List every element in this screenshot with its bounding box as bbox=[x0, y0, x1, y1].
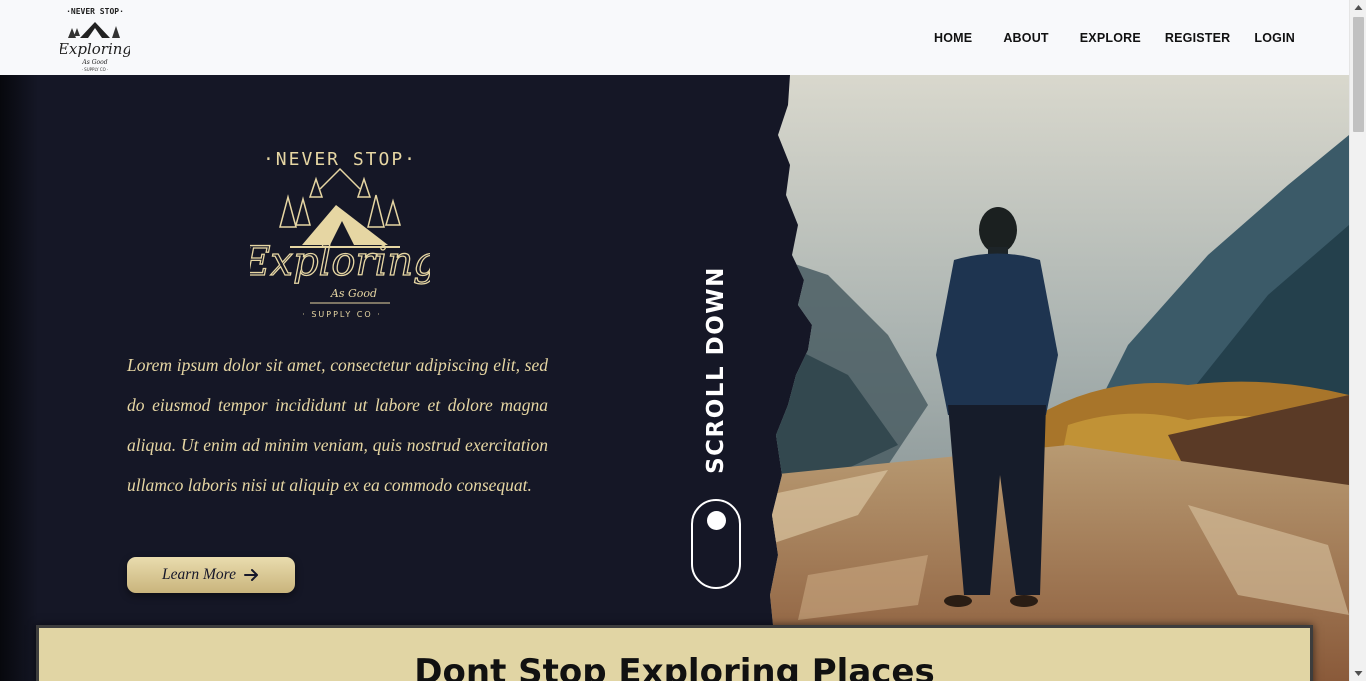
learn-more-button[interactable]: Learn More bbox=[127, 557, 295, 593]
explore-section-card: Dont Stop Exploring Places bbox=[36, 625, 1313, 681]
navbar: ·NEVER STOP· Exploring As Good · SUPPLY … bbox=[0, 0, 1349, 75]
hero-paragraph: Lorem ipsum dolor sit amet, consectetur … bbox=[127, 355, 548, 495]
nav-explore-link[interactable]: EXPLORE bbox=[1080, 31, 1141, 45]
scrollbar-thumb[interactable] bbox=[1353, 17, 1364, 132]
hero-left-shadow bbox=[0, 75, 38, 681]
arrow-right-icon bbox=[243, 569, 258, 581]
nav-home-link[interactable]: HOME bbox=[934, 31, 972, 45]
brand-logo-sub-text: As Good bbox=[81, 59, 107, 66]
nav-register-link[interactable]: REGISTER bbox=[1165, 31, 1231, 45]
brand-logo-bottom-text: · SUPPLY CO · bbox=[82, 67, 109, 72]
hero-logo-top-text: ·NEVER STOP· bbox=[263, 149, 417, 170]
scroll-down-label[interactable]: SCROLL DOWN bbox=[703, 266, 729, 474]
hero-logo-bottom-text: · SUPPLY CO · bbox=[302, 310, 381, 319]
scroll-up-arrow-icon[interactable] bbox=[1350, 0, 1366, 17]
hero-logo-sub-text: As Good bbox=[330, 287, 377, 300]
nav-login-link[interactable]: LOGIN bbox=[1254, 31, 1295, 45]
brand-logo[interactable]: ·NEVER STOP· Exploring As Good · SUPPLY … bbox=[57, 2, 132, 72]
hero-section: ·NEVER STOP· Exploring As Good · SUPPLY … bbox=[0, 75, 1349, 681]
learn-more-label: Learn More bbox=[162, 566, 236, 583]
brand-logo-top-text: ·NEVER STOP· bbox=[66, 7, 124, 16]
hero-hiker-photo bbox=[768, 75, 1349, 681]
scroll-down-arrow-icon[interactable] bbox=[1350, 664, 1366, 681]
hero-brand-logo: ·NEVER STOP· Exploring As Good · SUPPLY … bbox=[250, 149, 430, 319]
mouse-scroll-icon[interactable] bbox=[691, 499, 741, 589]
mouse-wheel-dot bbox=[707, 511, 726, 530]
nav-about-link[interactable]: ABOUT bbox=[1003, 31, 1048, 45]
brand-logo-main-text: Exploring bbox=[60, 40, 130, 58]
page-scrollbar[interactable] bbox=[1349, 0, 1366, 681]
main-nav: HOME ABOUT EXPLORE REGISTER LOGIN bbox=[934, 0, 1295, 75]
hero-logo-main-text: Exploring bbox=[250, 239, 430, 285]
section-title: Dont Stop Exploring Places bbox=[414, 652, 935, 681]
